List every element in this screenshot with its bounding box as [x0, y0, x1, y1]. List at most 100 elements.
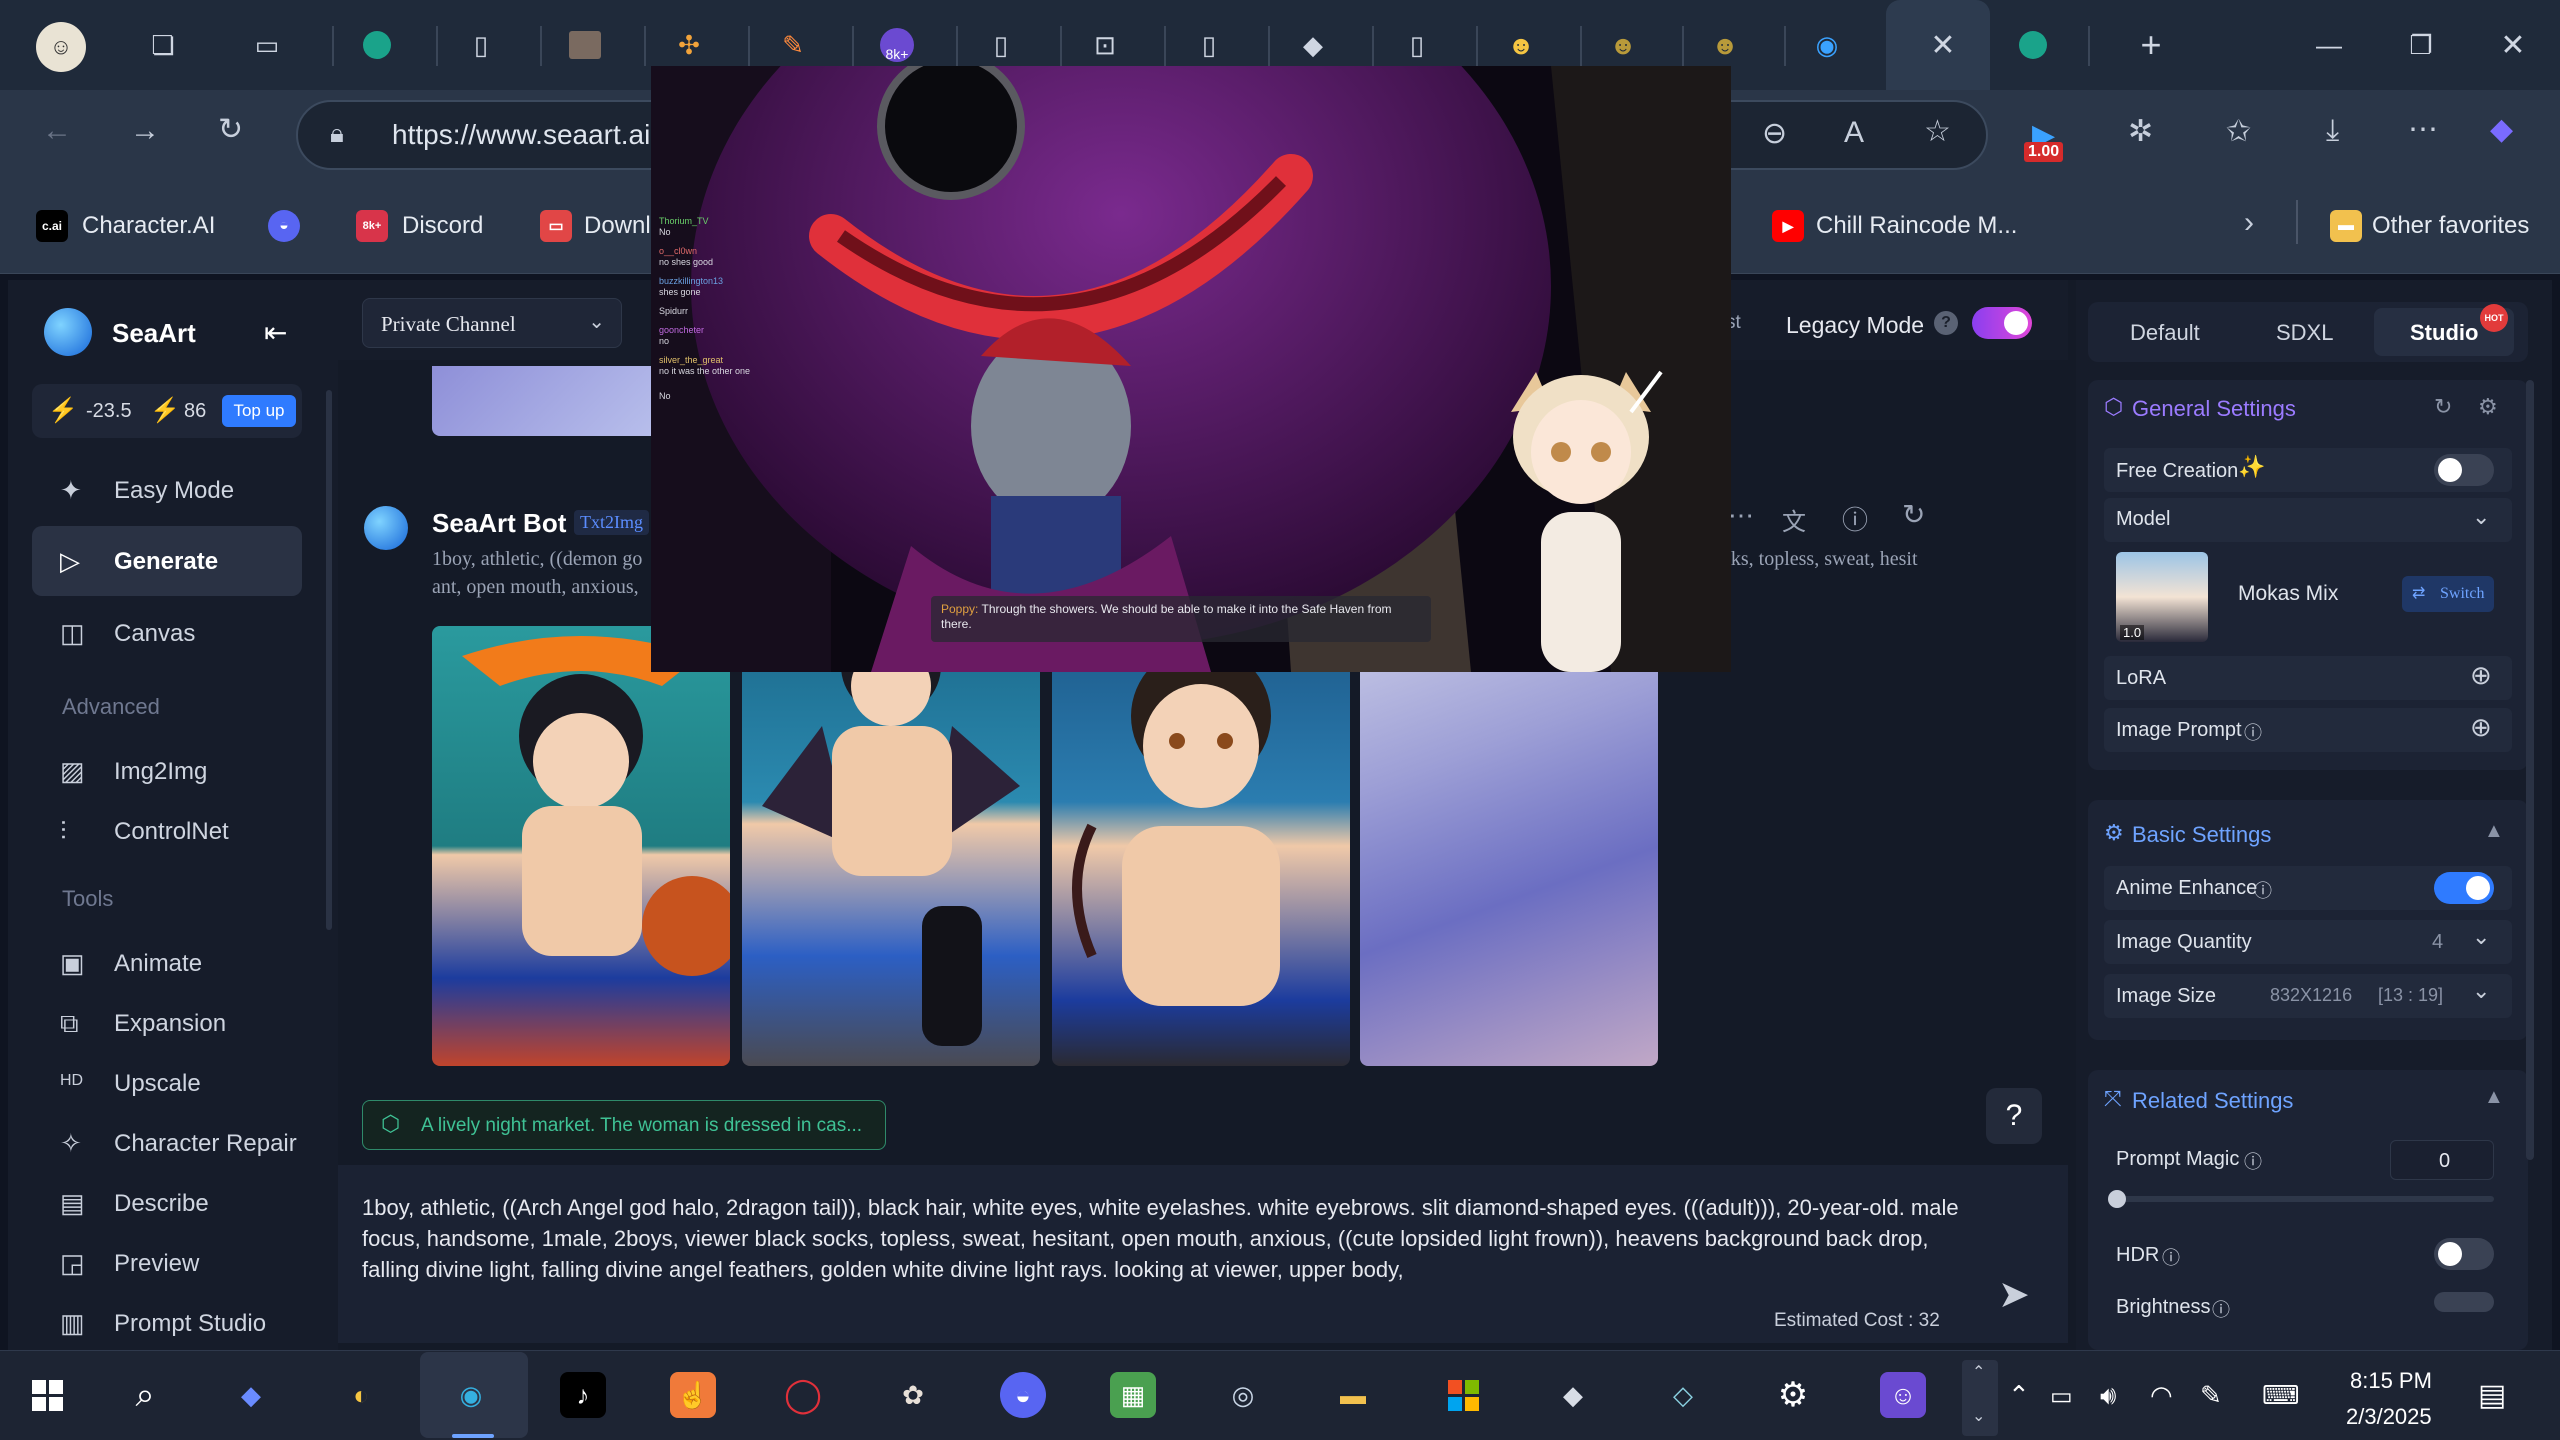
downloads-icon[interactable]: ⤓ [2326, 114, 2339, 148]
generated-image-3[interactable] [1052, 626, 1350, 1066]
tab-seaart-icon[interactable]: ◉ [1804, 22, 1850, 68]
tab-roblox-icon[interactable]: ◆ [1290, 22, 1336, 68]
forward-icon[interactable]: → [130, 114, 160, 148]
pen-icon[interactable]: ✎ [2200, 1380, 2222, 1411]
tab-pinwheel-icon[interactable]: ✣ [666, 22, 712, 68]
tab-page-icon[interactable]: ▯ [978, 22, 1024, 68]
nav-generate[interactable]: ▷ Generate [32, 526, 302, 596]
sidebar-scrollbar[interactable] [326, 390, 332, 930]
add-lora-icon[interactable]: ⊕ [2470, 660, 2492, 691]
tab-page-icon[interactable]: ▯ [458, 22, 504, 68]
tab-hugging-face-icon[interactable]: ☻ [1498, 22, 1544, 68]
nav-easy-mode[interactable]: ✦ Easy Mode [32, 455, 302, 525]
tab-photo-icon[interactable] [562, 22, 608, 68]
info-icon[interactable]: ⓘ [2254, 877, 2272, 903]
tab-8k-icon[interactable]: 8k+ [874, 22, 920, 68]
generated-image-2[interactable] [742, 626, 1040, 1066]
info-icon[interactable]: ⓘ [2244, 1148, 2262, 1174]
generated-image-1[interactable] [432, 626, 730, 1066]
clock-time[interactable]: 8:15 PM [2350, 1368, 2432, 1394]
prompt-magic-slider[interactable] [2116, 1196, 2494, 1202]
collapse-icon[interactable]: ▲ [2484, 1086, 2504, 1109]
settings-scrollbar[interactable] [2526, 380, 2534, 1160]
reset-icon[interactable]: ↻ [2434, 394, 2452, 420]
tab-sdxl[interactable]: SDXL [2276, 320, 2333, 346]
free-creation-toggle[interactable] [2434, 454, 2494, 486]
legacy-mode-toggle[interactable] [1972, 307, 2032, 339]
edge-icon[interactable]: ◉ [448, 1372, 494, 1418]
extensions-icon[interactable]: ✲ [2128, 114, 2153, 149]
steam-icon[interactable]: ◎ [1220, 1372, 1266, 1418]
close-tab-icon[interactable]: ✕ [1920, 22, 1966, 68]
chevron-down-icon[interactable]: ⌄ [2472, 504, 2490, 530]
tray-chevron-icon[interactable]: ⌃ [2008, 1380, 2030, 1411]
new-tab-icon[interactable]: + [2128, 22, 2174, 68]
settings-icon[interactable]: ⚙ [1770, 1372, 1816, 1418]
prompt-magic-slider-handle[interactable] [2108, 1190, 2126, 1208]
app-sphere-icon[interactable]: ◐ [338, 1372, 384, 1418]
nav-controlnet[interactable]: ⫶ ControlNet [32, 796, 302, 866]
model-thumbnail[interactable]: 1.0 [2116, 552, 2208, 642]
send-icon[interactable]: ➤ [1998, 1272, 2030, 1317]
brightness-toggle[interactable] [2434, 1292, 2494, 1312]
more-icon[interactable]: ⋯ [1728, 500, 1754, 531]
chevron-down-icon[interactable]: ⌄ [2472, 978, 2490, 1004]
tab-page-icon[interactable]: ▯ [1186, 22, 1232, 68]
chevron-right-icon[interactable]: › [2244, 206, 2254, 240]
refresh-icon[interactable]: ↻ [218, 112, 243, 147]
previous-image-strip[interactable] [432, 366, 662, 436]
profile-avatar[interactable]: ☺ [36, 22, 86, 72]
tab-default[interactable]: Default [2130, 320, 2200, 346]
read-aloud-icon[interactable]: A [1844, 116, 1864, 150]
opera-icon[interactable]: ◯ [780, 1372, 826, 1418]
search-icon[interactable]: ⌕ [122, 1372, 168, 1418]
window-close-icon[interactable]: ✕ [2490, 22, 2536, 68]
prompt-text[interactable]: 1boy, athletic, ((Arch Angel god halo, 2… [362, 1192, 1962, 1285]
regenerate-icon[interactable]: ↻ [1902, 498, 1925, 531]
translate-icon[interactable]: 文 [1782, 502, 1806, 537]
app-map-icon[interactable]: ▦ [1110, 1372, 1156, 1418]
tab-actions-icon[interactable]: ▭ [244, 22, 290, 68]
wifi-icon[interactable]: ◠ [2150, 1380, 2173, 1411]
zoom-icon[interactable]: ⊖ [1762, 116, 1787, 151]
bookmark-discord[interactable]: Discord [402, 212, 483, 240]
discord-taskbar-icon[interactable]: ◒ [1000, 1372, 1046, 1418]
info-icon[interactable]: ⓘ [2162, 1244, 2180, 1270]
prompt-suggestion[interactable]: ⬡ A lively night market. The woman is dr… [362, 1100, 886, 1150]
bookmark-character-ai[interactable]: Character.AI [82, 212, 215, 240]
help-button[interactable]: ? [1986, 1088, 2042, 1144]
app-hand-icon[interactable]: ☝ [670, 1372, 716, 1418]
app-figure-icon[interactable]: ✿ [890, 1372, 936, 1418]
notifications-icon[interactable]: ▤ [2478, 1378, 2506, 1413]
switch-model-button[interactable]: ⇄ Switch [2402, 576, 2494, 612]
bookmark-download[interactable]: Downl [584, 212, 651, 240]
add-image-prompt-icon[interactable]: ⊕ [2470, 712, 2492, 743]
collapse-icon[interactable]: ▲ [2484, 820, 2504, 843]
bookmark-other-favorites[interactable]: Other favorites [2372, 212, 2529, 240]
lock-icon[interactable]: 🔒︎ [330, 118, 344, 150]
prompt-magic-input[interactable]: 0 [2390, 1140, 2494, 1180]
generated-image-4[interactable] [1360, 626, 1658, 1066]
nav-prompt-studio[interactable]: ▥ Prompt Studio [32, 1288, 302, 1358]
info-icon[interactable]: ⓘ [1842, 500, 1868, 537]
nav-canvas[interactable]: ◫ Canvas [32, 598, 302, 668]
more-menu-icon[interactable]: ⋯ [2408, 112, 2438, 147]
floating-video-window[interactable]: Thorium_TV No o__cl0wn no shes good buzz… [651, 66, 1731, 672]
copilot-icon[interactable]: ◆ [2490, 112, 2513, 147]
back-icon[interactable]: ← [42, 114, 72, 148]
restore-icon[interactable]: ❐ [2398, 22, 2444, 68]
ms-store-icon[interactable] [1440, 1372, 1486, 1418]
clock-date[interactable]: 2/3/2025 [2346, 1404, 2432, 1430]
tab-favicon-icon[interactable] [354, 22, 400, 68]
channel-select[interactable]: Private Channel ⌄ [362, 298, 622, 348]
url-text[interactable]: https://www.seaart.ai [392, 119, 650, 151]
volume-icon[interactable]: 🔊︎ [2100, 1380, 2116, 1412]
minimize-icon[interactable]: — [2306, 22, 2352, 68]
info-icon[interactable]: ⓘ [2244, 719, 2262, 745]
chevron-down-icon[interactable]: ⌄ [2472, 924, 2490, 950]
tab-hugging-face-icon[interactable]: ☻ [1702, 22, 1748, 68]
keyboard-icon[interactable]: ⌨ [2262, 1380, 2300, 1411]
roblox-icon[interactable]: ◆ [1550, 1372, 1596, 1418]
collapse-sidebar-icon[interactable]: ⇤ [264, 316, 287, 349]
hdr-toggle[interactable] [2434, 1238, 2494, 1270]
